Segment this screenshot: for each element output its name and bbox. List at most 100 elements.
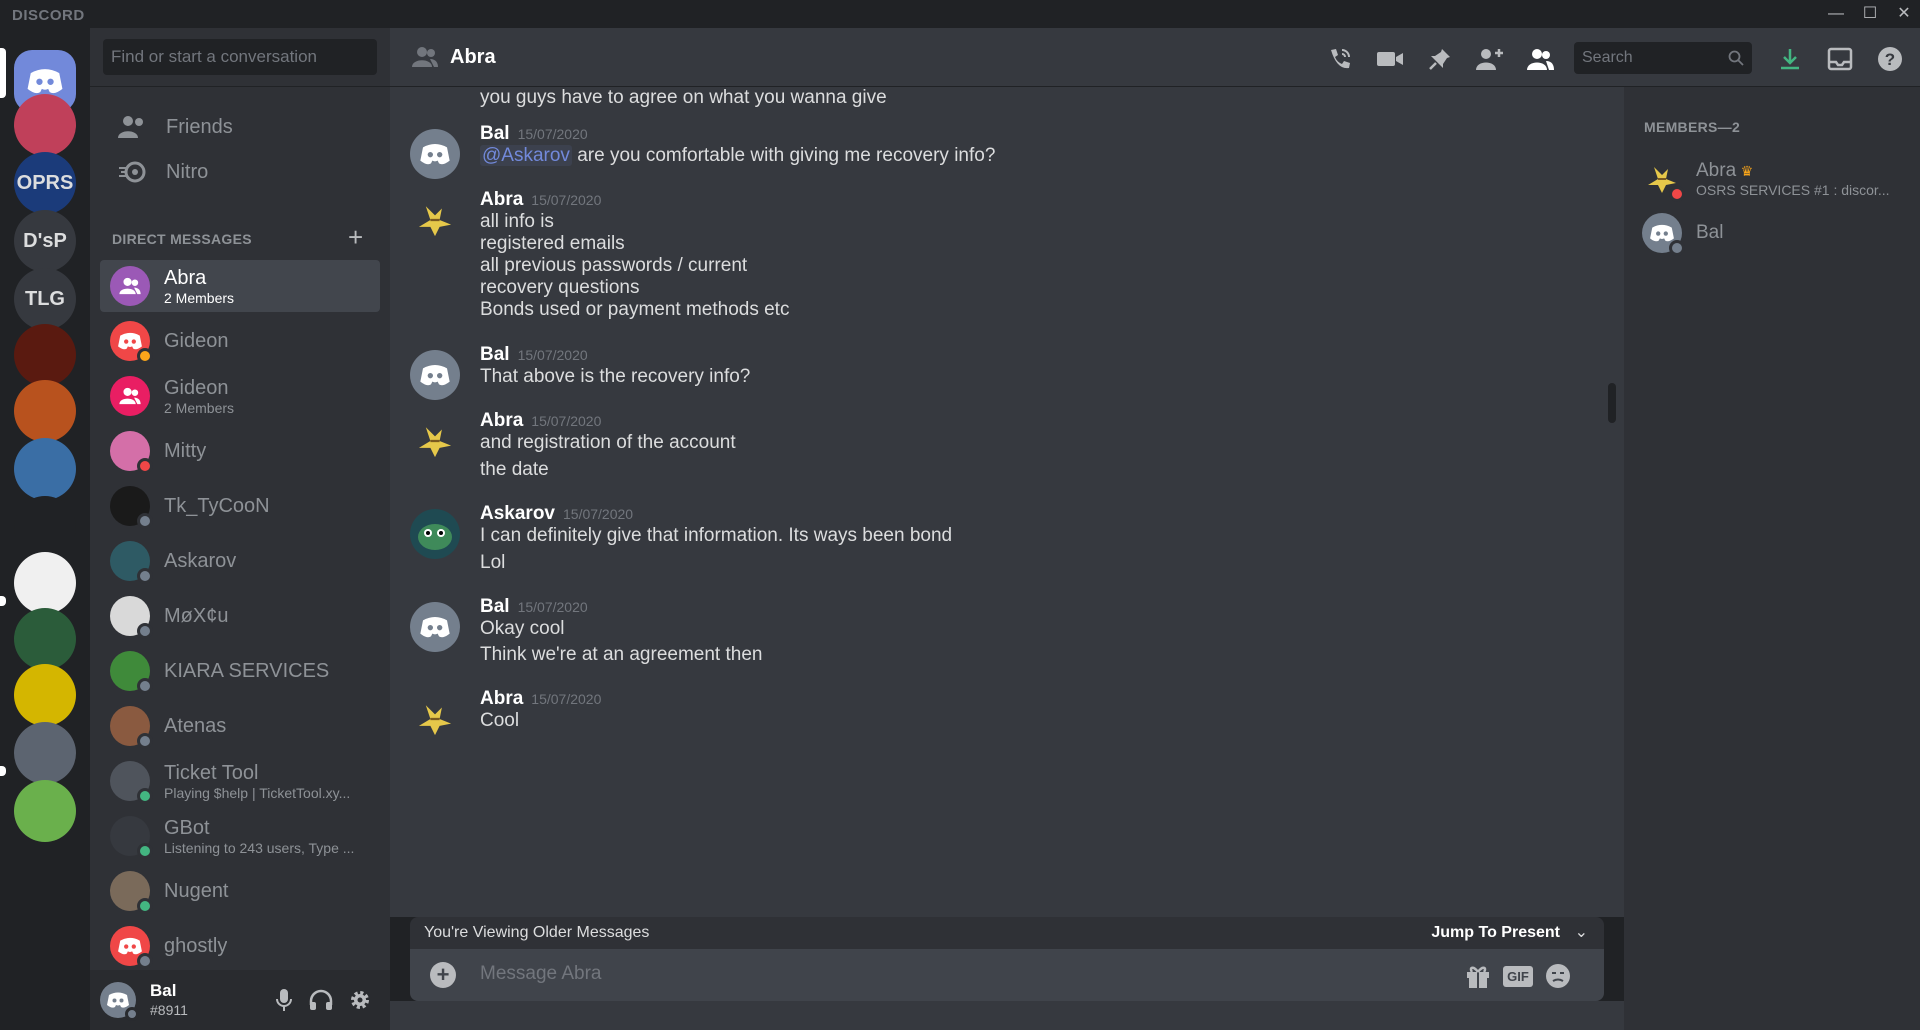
chat-search-input[interactable]: Search bbox=[1574, 42, 1752, 74]
dm-subtitle: Playing $help | TicketTool.xy... bbox=[164, 784, 351, 801]
send-gift-button[interactable] bbox=[1462, 960, 1494, 992]
server-icon[interactable] bbox=[14, 780, 76, 842]
server-icon[interactable] bbox=[14, 94, 76, 156]
minimize-button[interactable]: — bbox=[1822, 2, 1850, 26]
user-mention[interactable]: @Askarov bbox=[480, 145, 572, 166]
dm-item[interactable]: Tk_TyCooN bbox=[100, 480, 380, 532]
maximize-button[interactable]: ☐ bbox=[1856, 2, 1884, 26]
member-avatar bbox=[1642, 159, 1685, 202]
start-voice-call-button[interactable] bbox=[1324, 43, 1356, 75]
message-author[interactable]: Abra 15/07/2020 bbox=[480, 410, 601, 432]
author-name[interactable]: Bal bbox=[480, 123, 510, 144]
server-icon[interactable] bbox=[14, 438, 76, 500]
message-avatar[interactable] bbox=[410, 694, 460, 744]
pin-icon bbox=[1429, 49, 1450, 70]
member-bal[interactable]: Bal bbox=[1642, 209, 1912, 257]
inbox-icon bbox=[1827, 47, 1853, 71]
message-author[interactable]: Askarov 15/07/2020 bbox=[480, 503, 633, 525]
message-avatar[interactable] bbox=[410, 195, 460, 245]
dm-item[interactable]: Ticket Tool Playing $help | TicketTool.xy… bbox=[100, 755, 380, 807]
jump-to-present-button[interactable]: Jump To Present bbox=[1431, 924, 1560, 942]
server-icon[interactable] bbox=[14, 608, 76, 670]
dm-item[interactable]: Askarov bbox=[100, 535, 380, 587]
add-user-icon bbox=[1476, 49, 1503, 70]
dm-item[interactable]: MøX¢u bbox=[100, 590, 380, 642]
author-name[interactable]: Abra bbox=[480, 688, 523, 709]
dm-avatar bbox=[110, 816, 153, 859]
help-button[interactable]: ? bbox=[1874, 43, 1906, 75]
dm-text: Atenas bbox=[164, 715, 226, 738]
member-status-dnd bbox=[1669, 186, 1685, 202]
start-video-call-button[interactable] bbox=[1374, 43, 1406, 75]
gif-picker-button[interactable]: GIF bbox=[1502, 960, 1534, 992]
dm-sidebar: Find or start a conversation Friends Nit… bbox=[90, 28, 390, 1030]
dm-item[interactable]: GBot Listening to 243 users, Type ... bbox=[100, 810, 380, 862]
server-icon[interactable] bbox=[14, 496, 76, 558]
message-text: the date bbox=[480, 459, 549, 480]
dm-name: Gideon bbox=[164, 376, 229, 399]
dm-item[interactable]: Mitty bbox=[100, 425, 380, 477]
user-avatar[interactable] bbox=[100, 982, 139, 1021]
inbox-button[interactable] bbox=[1824, 43, 1856, 75]
author-name[interactable]: Bal bbox=[480, 596, 510, 617]
find-conversation-input[interactable]: Find or start a conversation bbox=[103, 39, 377, 75]
dm-item[interactable]: Gideon 2 Members bbox=[100, 370, 380, 422]
message-text: registered emails bbox=[480, 233, 625, 254]
message-author[interactable]: Bal 15/07/2020 bbox=[480, 344, 588, 366]
message-text: all previous passwords / current bbox=[480, 255, 748, 276]
member-abra[interactable]: Abra ♛ OSRS SERVICES #1 : discor... bbox=[1642, 155, 1912, 203]
author-name[interactable]: Askarov bbox=[480, 503, 555, 524]
dm-name: Gideon bbox=[164, 329, 229, 352]
server-icon[interactable] bbox=[14, 722, 76, 784]
dm-text: Nugent bbox=[164, 880, 229, 903]
status-dot bbox=[137, 953, 153, 969]
dm-item[interactable]: ghostly bbox=[100, 920, 380, 972]
chevron-down-icon[interactable]: ⌄ bbox=[1575, 922, 1588, 942]
server-icon[interactable] bbox=[14, 664, 76, 726]
upload-button[interactable]: + bbox=[430, 962, 456, 988]
message-input[interactable]: Message Abra bbox=[480, 963, 601, 985]
dm-item[interactable]: Gideon bbox=[100, 315, 380, 367]
dm-subtitle: 2 Members bbox=[164, 399, 235, 416]
composer-footer bbox=[390, 1001, 1624, 1030]
server-icon[interactable] bbox=[14, 324, 76, 386]
nav-nitro[interactable]: Nitro bbox=[100, 146, 380, 198]
create-dm-button[interactable]: + bbox=[348, 222, 363, 253]
add-friends-to-dm-button[interactable] bbox=[1474, 43, 1506, 75]
emoji-picker-button[interactable] bbox=[1542, 960, 1574, 992]
server-icon[interactable] bbox=[14, 380, 76, 442]
scrollbar-thumb[interactable] bbox=[1608, 383, 1616, 423]
server-icon[interactable]: OPRS bbox=[14, 152, 76, 214]
close-window-button[interactable]: ✕ bbox=[1890, 2, 1918, 26]
message-timestamp: 15/07/2020 bbox=[517, 126, 588, 142]
message-avatar[interactable] bbox=[410, 129, 460, 179]
gif-icon: GIF bbox=[1503, 965, 1533, 987]
message-author[interactable]: Abra 15/07/2020 bbox=[480, 189, 601, 211]
pinned-messages-button[interactable] bbox=[1424, 43, 1456, 75]
message-author[interactable]: Bal 15/07/2020 bbox=[480, 123, 588, 145]
message-avatar[interactable] bbox=[410, 416, 460, 466]
message-avatar[interactable] bbox=[410, 350, 460, 400]
dm-item[interactable]: Abra 2 Members bbox=[100, 260, 380, 312]
deafen-button[interactable] bbox=[305, 984, 337, 1016]
server-icon[interactable] bbox=[14, 552, 76, 614]
member-list-toggle-button[interactable] bbox=[1524, 43, 1556, 75]
nav-nitro-label: Nitro bbox=[166, 160, 209, 183]
mute-button[interactable] bbox=[268, 984, 300, 1016]
message-avatar[interactable] bbox=[410, 602, 460, 652]
author-name[interactable]: Abra bbox=[480, 410, 523, 431]
message-author[interactable]: Abra 15/07/2020 bbox=[480, 688, 601, 710]
download-apps-button[interactable] bbox=[1774, 43, 1806, 75]
dm-text: GBot Listening to 243 users, Type ... bbox=[164, 817, 354, 856]
status-dot bbox=[137, 623, 153, 639]
author-name[interactable]: Bal bbox=[480, 344, 510, 365]
user-settings-button[interactable] bbox=[344, 984, 376, 1016]
message-author[interactable]: Bal 15/07/2020 bbox=[480, 596, 588, 618]
message-avatar[interactable] bbox=[410, 509, 460, 559]
dm-item[interactable]: KIARA SERVICES bbox=[100, 645, 380, 697]
server-icon[interactable]: TLG bbox=[14, 268, 76, 330]
dm-item[interactable]: Atenas bbox=[100, 700, 380, 752]
server-icon[interactable]: D'sP bbox=[14, 210, 76, 272]
author-name[interactable]: Abra bbox=[480, 189, 523, 210]
dm-item[interactable]: Nugent bbox=[100, 865, 380, 917]
